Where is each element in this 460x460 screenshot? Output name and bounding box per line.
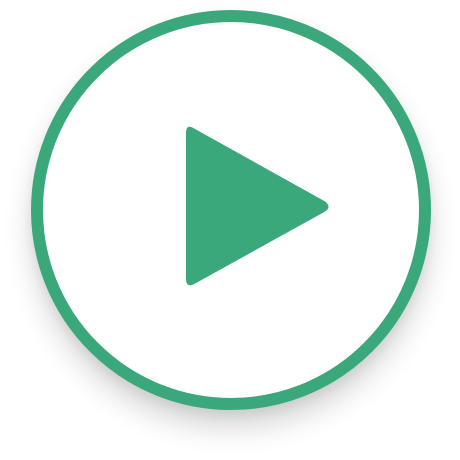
play-button[interactable] (31, 10, 431, 410)
play-button-stage (0, 0, 460, 460)
